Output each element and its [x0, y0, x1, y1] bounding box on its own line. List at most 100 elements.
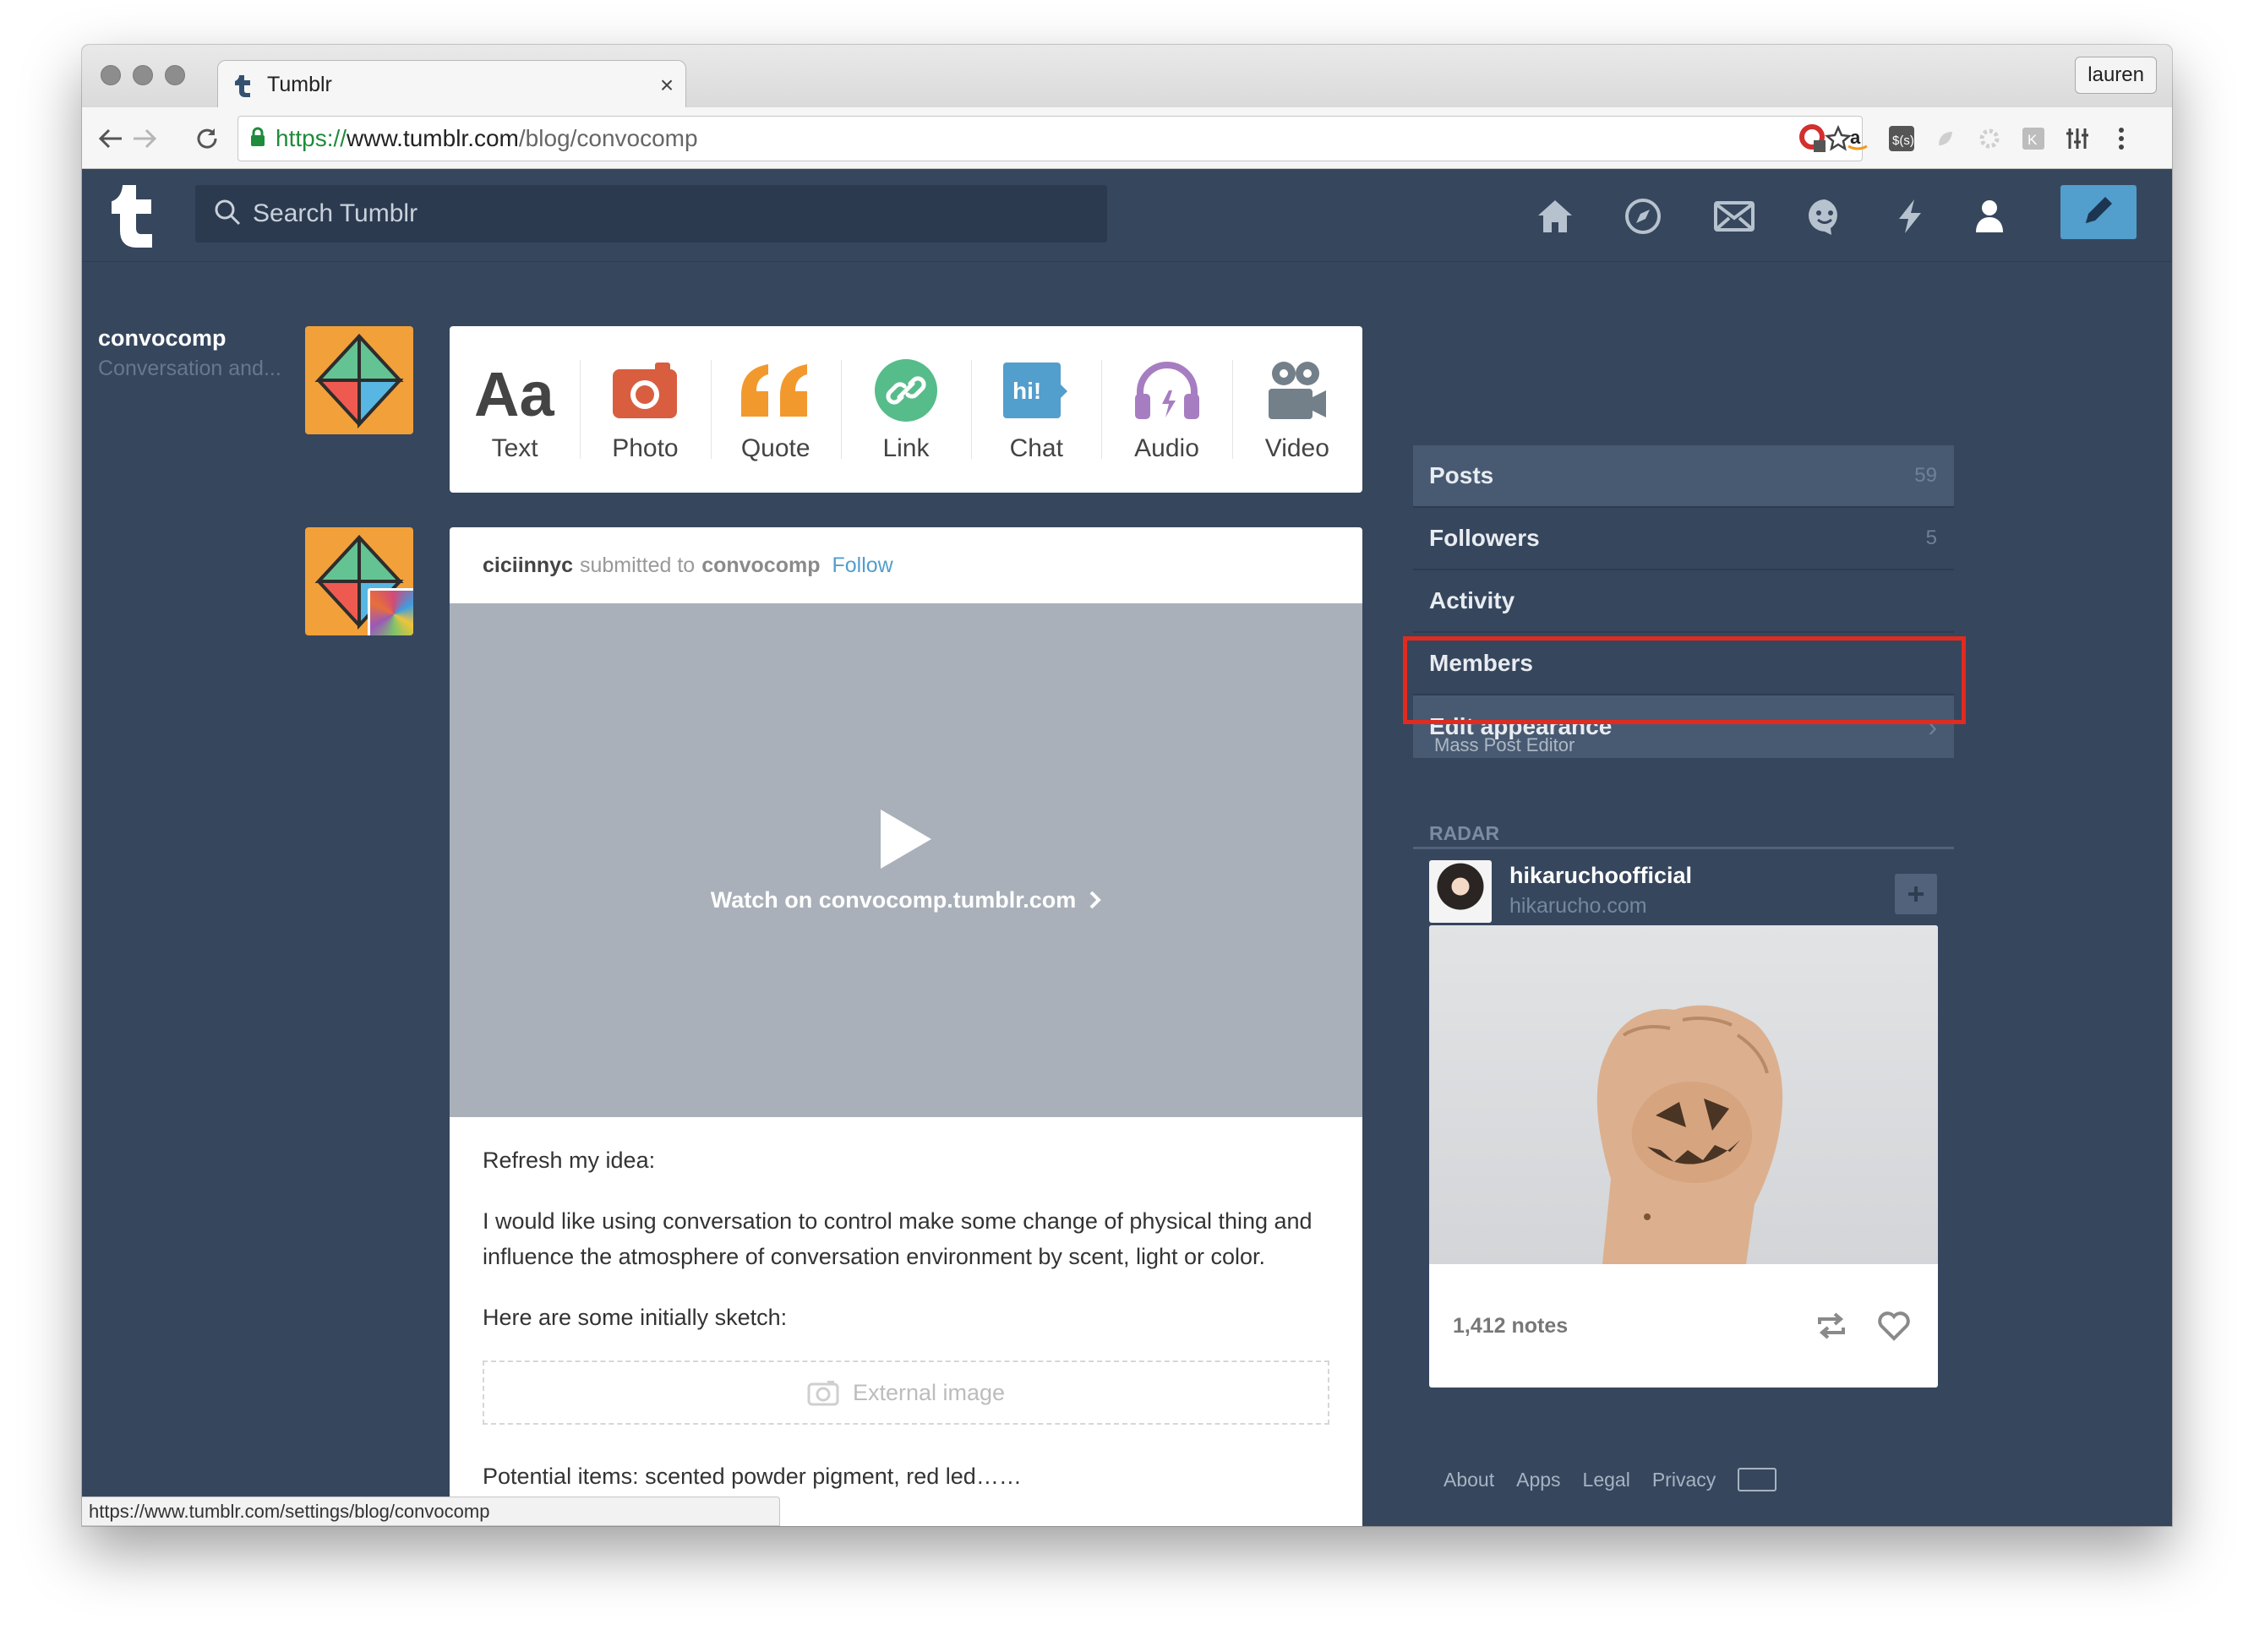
radar-username[interactable]: hikaruchoofficial	[1509, 863, 1692, 889]
equalizer-extension-icon[interactable]	[2061, 123, 2093, 155]
radar-avatar[interactable]	[1429, 860, 1492, 923]
post-header: ciciinnyc submitted to convocomp Follow	[450, 527, 1362, 603]
post-type-quote[interactable]: Quote	[710, 326, 841, 493]
post-paragraph: I would like using conversation to contr…	[483, 1208, 1313, 1269]
sidebar-blog-name[interactable]: convocomp	[98, 325, 226, 352]
post-type-video[interactable]: Video	[1231, 326, 1362, 493]
follow-link[interactable]: Follow	[832, 553, 892, 578]
play-icon[interactable]	[879, 808, 933, 870]
gear-extension-icon[interactable]	[1973, 123, 2006, 155]
messaging-icon[interactable]	[1802, 194, 1847, 239]
radar-heading: RADAR	[1413, 822, 1954, 849]
sidebar-item-followers[interactable]: Followers 5	[1413, 508, 1954, 570]
tab-tumblr[interactable]: Tumblr ×	[217, 60, 686, 109]
octahedron-logo-icon	[314, 334, 404, 429]
sidebar-item-activity[interactable]: Activity	[1413, 570, 1954, 633]
chat-icon: hi!	[1001, 358, 1071, 423]
activity-icon[interactable]	[1887, 194, 1933, 239]
post-type-chat[interactable]: hi! Chat	[971, 326, 1101, 493]
post-type-audio[interactable]: Audio	[1101, 326, 1231, 493]
camera-icon	[807, 1381, 839, 1406]
post-body: Refresh my idea: I would like using conv…	[450, 1117, 1362, 1494]
post-author-link[interactable]: ciciinnyc	[483, 553, 573, 578]
radar-post-image[interactable]	[1429, 925, 1938, 1264]
radar-user: hikaruchoofficial hikarucho.com	[1429, 852, 1938, 923]
highlight-box	[1403, 636, 1966, 724]
tumblr-logo-icon[interactable]	[107, 184, 166, 250]
sidebar-blog-description: Conversation and...	[98, 357, 281, 380]
tab-close-icon[interactable]: ×	[648, 72, 685, 99]
post-type-link[interactable]: Link	[840, 326, 971, 493]
reblog-icon[interactable]	[1811, 1306, 1852, 1346]
url-text: https://www.tumblr.com/blog/convocomp	[276, 125, 698, 151]
radar-post-footer: 1,412 notes	[1429, 1264, 1938, 1388]
post-type-photo[interactable]: Photo	[580, 326, 710, 493]
browser-window: Tumblr × lauren https://www.tumblr.com/b…	[82, 45, 2172, 1526]
tumblr-favicon-icon	[230, 73, 255, 98]
notes-count[interactable]: 1,412 notes	[1453, 1314, 1789, 1339]
opera-extension-icon[interactable]	[1798, 123, 1830, 155]
forward-icon[interactable]	[128, 122, 161, 155]
close-window-button[interactable]	[101, 65, 121, 85]
footer-links: About Apps Legal Privacy	[1444, 1468, 1777, 1491]
radar-follow-button[interactable]	[1895, 874, 1937, 914]
search-icon	[214, 199, 241, 230]
text-icon: Aa	[472, 358, 557, 423]
profile-button[interactable]: lauren	[2075, 57, 2157, 94]
quote-icon	[740, 358, 812, 423]
extension-icon[interactable]: K	[2017, 123, 2049, 155]
headphones-icon	[1133, 358, 1201, 423]
camera-icon	[611, 358, 679, 423]
radar-post-card[interactable]: 1,412 notes	[1429, 925, 1938, 1388]
money-extension-icon[interactable]: $(s)	[1886, 123, 1918, 155]
back-icon[interactable]	[94, 122, 128, 155]
inbox-icon[interactable]	[1711, 194, 1757, 239]
amazon-extension-icon[interactable]: a	[1842, 123, 1874, 155]
watch-on-link[interactable]: Watch on convocomp.tumblr.com	[711, 887, 1102, 913]
post-paragraph: Potential items: scented powder pigment,…	[483, 1464, 1022, 1489]
post-paragraph: Refresh my idea:	[483, 1148, 656, 1173]
tab-title: Tumblr	[267, 73, 332, 96]
tumblr-header: Search Tumblr	[82, 169, 2172, 262]
search-bar[interactable]: Search Tumblr	[195, 185, 1107, 243]
video-embed[interactable]: Watch on convocomp.tumblr.com	[450, 603, 1362, 1117]
external-image-placeholder[interactable]: External image	[483, 1360, 1329, 1425]
address-bar[interactable]: https://www.tumblr.com/blog/convocomp	[237, 116, 1863, 161]
plus-icon	[1908, 886, 1924, 902]
post-paragraph: Here are some initially sketch:	[483, 1305, 788, 1330]
extension-icon[interactable]	[1929, 123, 1962, 155]
reload-icon[interactable]	[190, 122, 224, 155]
minimize-window-button[interactable]	[133, 65, 153, 85]
mass-post-editor-link[interactable]: Mass Post Editor	[1434, 734, 1575, 756]
link-icon	[874, 358, 938, 423]
sidebar-item-posts[interactable]: Posts 59	[1413, 445, 1954, 508]
post-blog-link[interactable]: convocomp	[701, 553, 820, 578]
compose-button[interactable]	[2060, 185, 2137, 239]
heart-icon[interactable]	[1874, 1306, 1914, 1346]
lock-icon	[250, 127, 265, 151]
post-avatar[interactable]	[305, 527, 413, 635]
explore-icon[interactable]	[1620, 194, 1666, 239]
blog-avatar[interactable]	[305, 326, 413, 434]
post-card: ciciinnyc submitted to convocomp Follow …	[450, 527, 1362, 1526]
footer-link-legal[interactable]: Legal	[1583, 1469, 1630, 1491]
tab-strip: Tumblr × lauren	[82, 45, 2172, 109]
footer-link-privacy[interactable]: Privacy	[1652, 1469, 1716, 1491]
window-controls	[101, 65, 185, 85]
svg-text:$(s): $(s)	[1892, 134, 1914, 148]
menu-kebab-icon[interactable]	[2105, 123, 2137, 155]
submitted-to-label: submitted to	[580, 553, 696, 577]
svg-text:K: K	[2028, 132, 2038, 148]
keyboard-shortcuts-icon[interactable]	[1738, 1468, 1777, 1491]
footer-link-apps[interactable]: Apps	[1516, 1469, 1560, 1491]
post-type-text[interactable]: Aa Text	[450, 326, 580, 493]
account-icon[interactable]	[1967, 194, 2012, 239]
svg-text:hi!: hi!	[1012, 378, 1041, 404]
search-placeholder: Search Tumblr	[253, 199, 418, 227]
home-icon[interactable]	[1532, 194, 1578, 239]
footer-link-about[interactable]: About	[1444, 1469, 1494, 1491]
zoom-window-button[interactable]	[165, 65, 185, 85]
video-camera-icon	[1265, 358, 1329, 423]
radar-url[interactable]: hikarucho.com	[1509, 894, 1647, 919]
submitter-avatar[interactable]	[368, 588, 413, 635]
